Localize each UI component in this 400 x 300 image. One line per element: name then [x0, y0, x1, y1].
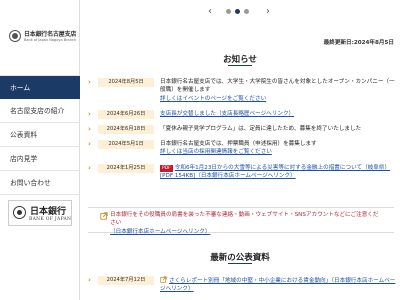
boj-banner-en: BANK OF JAPAN	[29, 217, 72, 222]
news-link[interactable]: 令和6年1月23日からの大雪等による災害等に対する金融上の措置について（岐阜県）…	[160, 165, 390, 179]
news-date: 2024年1月25日	[98, 164, 154, 173]
nav-item-contact[interactable]: お問い合わせ	[0, 171, 80, 195]
news-link[interactable]: 詳しくはイベントのページをご覧ください	[160, 96, 266, 102]
slider-dot-2[interactable]	[235, 9, 240, 14]
news-text: 日本銀行名古屋支店では、大学生・大学院生の皆さんを対象としたオープン・カンパニー…	[160, 79, 395, 94]
news-text: 「夏休み親子見学プログラム」は、定員に達したため、募集を終了いたしました	[160, 126, 362, 132]
news-link[interactable]: 支店長が交替しました（支店長略歴ページへリンク）	[160, 111, 294, 117]
fraud-warning-link[interactable]: （日本銀行本店ホームページへリンク）	[110, 229, 210, 235]
nav-item-tour[interactable]: 店内見学	[0, 147, 80, 171]
main-content: ‹ › 最終更新日:2024年8月5日 お知らせ › 2024年8月5日 日本銀…	[80, 0, 400, 300]
news-body: PDF 令和6年1月23日からの大雪等による災害等に対する金融上の措置について（岐…	[160, 164, 396, 181]
chevron-right-icon: ›	[88, 164, 91, 172]
boj-seal-icon	[13, 206, 26, 219]
slider-dot-3[interactable]	[244, 9, 249, 14]
sidebar: 日本銀行名古屋支店 Bank of Japan Nagoya Branch ホー…	[0, 0, 80, 300]
nav-item-home[interactable]: ホーム	[0, 75, 80, 99]
external-link-icon	[100, 212, 108, 220]
chevron-right-icon: ›	[88, 110, 91, 118]
chevron-right-icon: ›	[88, 140, 91, 148]
publication-date: 2024年7月12日	[98, 276, 154, 285]
fraud-warning: 日本銀行をその役職員の肩書を装った不審な連絡・動画・ウェブサイト・SNSアカウン…	[88, 207, 394, 236]
news-body: 日本銀行名古屋支店では、大学生・大学院生の皆さんを対象としたオープン・カンパニー…	[160, 78, 396, 103]
news-link[interactable]: 詳しくは当店の採用関連情報をご覧ください	[160, 149, 272, 155]
external-link-icon	[160, 276, 167, 283]
news-date: 2024年8月5日	[98, 78, 154, 87]
news-body: 日本銀行名古屋支店では、押票職員（申述採用）を募集します 詳しくは当店の採用関連…	[160, 140, 396, 157]
boj-banner-link[interactable]: 日本銀行 BANK OF JAPAN	[8, 200, 72, 226]
publication-body: さくらレポート別冊「地域の中堅・中小企業における賃金動向」（日本銀行本店ホームペ…	[160, 276, 396, 294]
publication-link[interactable]: さくらレポート別冊「地域の中堅・中小企業における賃金動向」（日本銀行本店ホームペ…	[160, 278, 395, 292]
slider-next-button[interactable]: ›	[262, 6, 274, 18]
news-date: 2024年5月1日	[98, 140, 154, 149]
news-body: 支店長が交替しました（支店長略歴ページへリンク）	[160, 110, 396, 118]
publications-title: 最新の公表資料	[210, 253, 270, 263]
news-text: 日本銀行名古屋支店では、押票職員（申述採用）を募集します	[160, 141, 317, 147]
news-date: 2024年6月18日	[98, 125, 154, 134]
side-nav: ホーム 名古屋支店の紹介 公表資料 店内見学 お問い合わせ	[0, 75, 80, 195]
fraud-warning-body: 日本銀行をその役職員の肩書を装った不審な連絡・動画・ウェブサイト・SNSアカウン…	[110, 211, 380, 236]
notices-title: お知らせ	[223, 55, 257, 65]
publications-underline	[228, 263, 252, 264]
last-updated: 最終更新日:2024年8月5日	[323, 40, 394, 46]
slider-controls: ‹ ›	[204, 6, 274, 18]
chevron-right-icon: ›	[88, 78, 91, 86]
logo-text-en: Bank of Japan Nagoya Branch	[24, 38, 77, 42]
notices-underline	[228, 65, 252, 66]
fraud-warning-text[interactable]: 日本銀行をその役職員の肩書を装った不審な連絡・動画・ウェブサイト・SNSアカウン…	[110, 212, 379, 226]
slider-dots	[226, 9, 252, 15]
pdf-badge: PDF	[160, 165, 173, 172]
boj-seal-icon	[9, 30, 21, 42]
chevron-right-icon: ›	[88, 276, 91, 284]
logo-text-jp: 日本銀行名古屋支店	[24, 31, 77, 38]
chevron-right-icon: ›	[88, 125, 91, 133]
nav-item-publications[interactable]: 公表資料	[0, 123, 80, 147]
site-logo[interactable]: 日本銀行名古屋支店 Bank of Japan Nagoya Branch	[6, 28, 76, 46]
news-body: 「夏休み親子見学プログラム」は、定員に達したため、募集を終了いたしました	[160, 125, 396, 133]
slider-dot-1[interactable]	[226, 9, 231, 14]
news-date: 2024年6月26日	[98, 110, 154, 119]
slider-prev-button[interactable]: ‹	[204, 6, 216, 18]
nav-item-branch-intro[interactable]: 名古屋支店の紹介	[0, 99, 80, 123]
boj-banner-jp: 日本銀行	[30, 207, 67, 217]
